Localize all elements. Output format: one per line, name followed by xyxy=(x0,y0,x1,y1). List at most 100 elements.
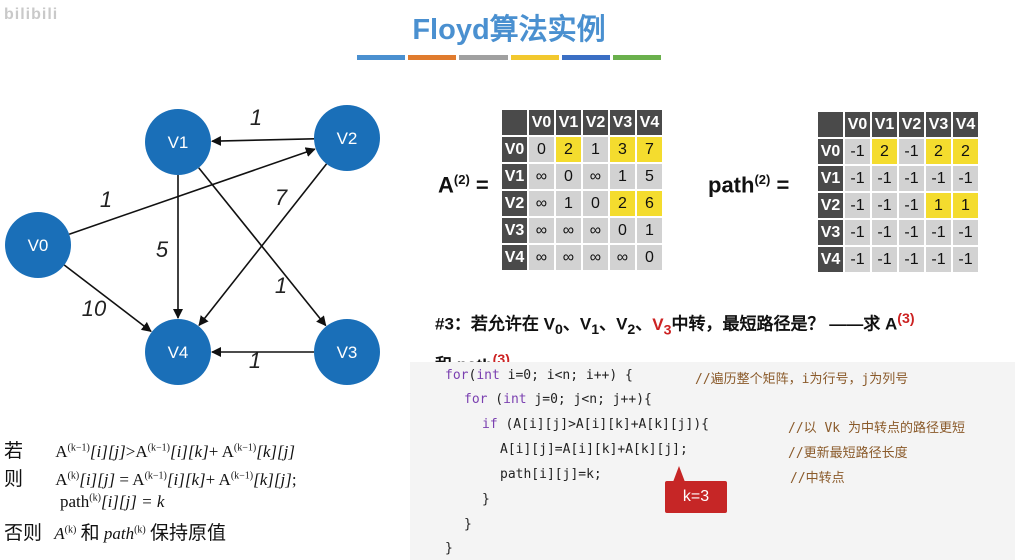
matrix-a-cell: ∞ xyxy=(608,243,637,272)
matrix-path-col-header: V2 xyxy=(897,110,926,139)
matrix-path-row: V4 -1 -1 -1 -1 -1 xyxy=(816,245,980,274)
code-line-5: path[i][j]=k; xyxy=(500,467,602,482)
matrix-path-cell: 1 xyxy=(924,191,953,220)
node-label-V1: V1 xyxy=(168,133,189,152)
code-line-4: A[i][j]=A[i][k]+A[k][j]; xyxy=(500,442,688,457)
matrix-a-cell: ∞ xyxy=(527,189,556,218)
matrix-path-col-header: V3 xyxy=(924,110,953,139)
code-line-6: } xyxy=(482,492,490,507)
matrix-path-cell: 2 xyxy=(924,137,953,166)
matrix-path-cell: -1 xyxy=(897,164,926,193)
matrix-path-cell: -1 xyxy=(897,218,926,247)
matrix-a-row-header: V1 xyxy=(500,162,529,191)
matrix-a-col-header: V1 xyxy=(554,108,583,137)
matrix-path-cell: -1 xyxy=(843,164,872,193)
code-comment-5: //中转点 xyxy=(790,471,845,486)
matrix-path-col-header: V4 xyxy=(951,110,980,139)
matrix-a-row-header: V4 xyxy=(500,243,529,272)
matrix-a-cell: 2 xyxy=(554,135,583,164)
matrix-a-cell: 1 xyxy=(581,135,610,164)
title-bar-segment xyxy=(561,55,610,60)
title-bar-segment xyxy=(510,55,559,60)
matrix-path-cell: -1 xyxy=(843,218,872,247)
matrix-a-cell: 0 xyxy=(635,243,664,272)
matrix-path-row-header: V2 xyxy=(816,191,845,220)
matrix-path-col-header: V1 xyxy=(870,110,899,139)
matrix-path-cell: 1 xyxy=(951,191,980,220)
node-label-V2: V2 xyxy=(337,129,358,148)
matrix-a-cell: 0 xyxy=(608,216,637,245)
matrix-path-row: V1 -1 -1 -1 -1 -1 xyxy=(816,164,980,193)
edge-weight-V2-V4: 7 xyxy=(275,185,288,210)
matrix-a-cell: 7 xyxy=(635,135,664,164)
matrix-path-cell: -1 xyxy=(870,191,899,220)
matrix-path-row-header: V1 xyxy=(816,164,845,193)
matrix-path-row-header: V4 xyxy=(816,245,845,274)
matrix-a-row-header: V2 xyxy=(500,189,529,218)
matrix-path-row: V0 -1 2 -1 2 2 xyxy=(816,137,980,166)
matrix-path-cell: -1 xyxy=(843,137,872,166)
matrix-path-cell: -1 xyxy=(924,164,953,193)
matrix-a-row-header: V3 xyxy=(500,216,529,245)
matrix-a-cell: 1 xyxy=(554,189,583,218)
matrix-path-cell: -1 xyxy=(870,218,899,247)
formula-then-line: 则 A(k)[i][j] = A(k−1)[i][k]+ A(k−1)[k][j… xyxy=(4,468,297,490)
matrix-a-cell: 0 xyxy=(581,189,610,218)
matrix-path-cell: 2 xyxy=(870,137,899,166)
matrix-a-cell: ∞ xyxy=(554,216,583,245)
matrix-path-cell: -1 xyxy=(843,191,872,220)
matrix-path-cell: -1 xyxy=(870,164,899,193)
matrix-path-row-header: V0 xyxy=(816,137,845,166)
matrix-a-col-header: V3 xyxy=(608,108,637,137)
edge-V0-V4 xyxy=(63,264,152,332)
matrix-a-cell: 0 xyxy=(554,162,583,191)
edge-weight-V2-V1: 1 xyxy=(250,105,262,130)
edge-weight-V1-V4: 5 xyxy=(156,237,169,262)
edge-weight-V3-V4: 1 xyxy=(249,348,261,373)
matrix-a-row: V2 ∞ 1 0 2 6 xyxy=(500,189,664,218)
matrix-a-cell: 1 xyxy=(635,216,664,245)
formula-if-line: 若 A(k−1)[i][j]>A(k−1)[i][k]+ A(k−1)[k][j… xyxy=(4,440,295,462)
matrix-a-row: V1 ∞ 0 ∞ 1 5 xyxy=(500,162,664,191)
matrix-path-cell: -1 xyxy=(924,245,953,274)
matrix-a-cell: ∞ xyxy=(527,243,556,272)
slide-title: Floyd算法实例 xyxy=(412,14,606,46)
matrix-path-col-header: V0 xyxy=(843,110,872,139)
matrix-a-corner xyxy=(500,108,529,137)
code-line-8: } xyxy=(445,541,453,556)
matrix-a-row: V0 0 2 1 3 7 xyxy=(500,135,664,164)
edge-weight-V0-V4: 10 xyxy=(82,296,107,321)
matrix-path-cell: -1 xyxy=(951,218,980,247)
code-line-2: for (int j=0; j<n; j++){ xyxy=(464,392,652,407)
matrix-a-cell: ∞ xyxy=(581,216,610,245)
matrix-path-cell: -1 xyxy=(897,137,926,166)
matrix-path-cell: -1 xyxy=(951,164,980,193)
graph-diagram: 1 1 7 5 1 10 1 V0 V1 V2 V3 V4 xyxy=(5,105,380,385)
matrix-a-col-header: V4 xyxy=(635,108,664,137)
matrix-path-row-header: V3 xyxy=(816,218,845,247)
edge-weight-V1-V3: 1 xyxy=(275,273,287,298)
title-bar-segment xyxy=(612,55,662,60)
matrix-path-row: V3 -1 -1 -1 -1 -1 xyxy=(816,218,980,247)
node-label-V0: V0 xyxy=(28,236,49,255)
matrix-path-cell: -1 xyxy=(924,218,953,247)
matrix-path-cell: -1 xyxy=(951,245,980,274)
node-label-V3: V3 xyxy=(337,343,358,362)
matrix-a-col-header: V2 xyxy=(581,108,610,137)
matrix-a-cell: 1 xyxy=(608,162,637,191)
edge-V2-V1 xyxy=(210,135,315,146)
matrix-path-label: path(2) = xyxy=(708,172,790,198)
title-bar-segment xyxy=(408,55,457,60)
matrix-a-col-header: V0 xyxy=(527,108,556,137)
matrix-path-corner xyxy=(816,110,845,139)
edge-weight-V0-V2: 1 xyxy=(100,187,112,212)
code-comment-1: //遍历整个矩阵，i为行号，j为列号 xyxy=(695,372,909,387)
matrix-a-cell: 6 xyxy=(635,189,664,218)
code-line-7: } xyxy=(464,517,472,532)
matrix-path-cell: -1 xyxy=(897,245,926,274)
matrix-a-cell: 5 xyxy=(635,162,664,191)
node-label-V4: V4 xyxy=(168,343,189,362)
matrix-path-cell: 2 xyxy=(951,137,980,166)
title-bar-segment xyxy=(357,55,406,60)
code-line-1: for(int i=0; i<n; i++) { xyxy=(445,368,633,383)
